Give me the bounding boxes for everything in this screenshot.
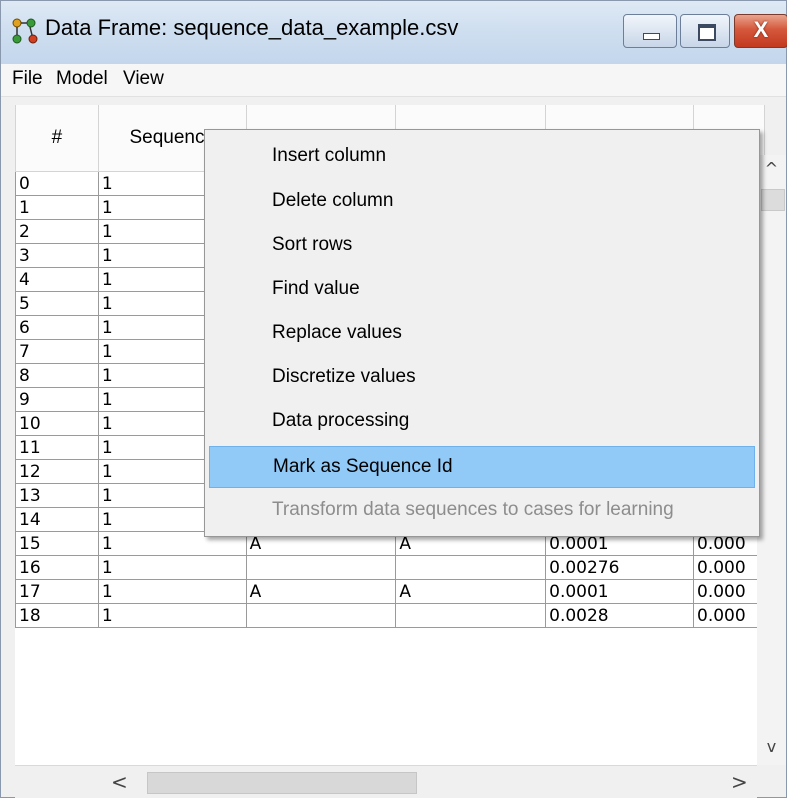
minimize-button[interactable] [623, 14, 677, 48]
cell-index[interactable]: 1 [15, 195, 99, 220]
column-header-index[interactable]: # [15, 105, 99, 172]
cell-index[interactable]: 12 [15, 459, 99, 484]
scroll-down-arrow-icon[interactable]: v [757, 737, 786, 761]
horizontal-scrollbar[interactable]: < > [15, 765, 757, 798]
menu-item-discretize-values[interactable]: Discretize values [209, 357, 755, 399]
context-menu: Insert column Delete column Sort rows Fi… [204, 129, 760, 537]
menu-item-data-processing[interactable]: Data processing [209, 401, 755, 443]
data-frame-window: Data Frame: sequence_data_example.csv X … [0, 0, 787, 798]
cell-result[interactable] [395, 603, 547, 628]
title-bar[interactable]: Data Frame: sequence_data_example.csv X [1, 1, 787, 64]
menu-item-sort-rows[interactable]: Sort rows [209, 225, 755, 267]
cell-index[interactable]: 13 [15, 483, 99, 508]
scroll-left-arrow-icon[interactable]: < [111, 770, 128, 794]
vertical-scrollbar[interactable]: ^ v [757, 155, 786, 765]
scrollbar-corner [757, 765, 786, 797]
cell-index[interactable]: 17 [15, 579, 99, 604]
cell-sequence[interactable]: 1 [97, 555, 247, 580]
cell-index[interactable]: 18 [15, 603, 99, 628]
close-icon: X [753, 17, 769, 42]
cell-index[interactable]: 9 [15, 387, 99, 412]
cell-index[interactable]: 14 [15, 507, 99, 532]
cell-p-result-f[interactable]: 0.00276 [545, 555, 694, 580]
cell-index[interactable]: 11 [15, 435, 99, 460]
cell-index[interactable]: 0 [15, 171, 99, 196]
menu-model[interactable]: Model [56, 68, 108, 90]
maximize-button[interactable] [680, 14, 730, 48]
cell-index[interactable]: 16 [15, 555, 99, 580]
cell-index[interactable]: 7 [15, 339, 99, 364]
menu-item-transform-sequences: Transform data sequences to cases for le… [272, 499, 674, 520]
cell-p-re[interactable]: 0.000 [693, 603, 765, 628]
table-row[interactable]: 16 1 0.00276 0.000 [15, 555, 765, 580]
scroll-right-arrow-icon[interactable]: > [731, 770, 748, 794]
menu-item-replace-values[interactable]: Replace values [209, 313, 755, 355]
table-row[interactable]: 18 1 0.0028 0.000 [15, 603, 765, 628]
menu-item-delete-column[interactable]: Delete column [209, 181, 755, 223]
cell-index[interactable]: 2 [15, 219, 99, 244]
cell-index[interactable]: 3 [15, 243, 99, 268]
menu-bar: File Model View [1, 64, 786, 97]
menu-item-insert-column[interactable]: Insert column [209, 136, 755, 178]
menu-file[interactable]: File [12, 68, 43, 90]
cell-p-result-f[interactable]: 0.0028 [545, 603, 694, 628]
cell-sequence[interactable]: 1 [97, 579, 247, 604]
cell-sequence[interactable]: 1 [97, 603, 247, 628]
cell-p-re[interactable]: 0.000 [693, 579, 765, 604]
cell-index[interactable]: 5 [15, 291, 99, 316]
cell-class[interactable] [245, 603, 397, 628]
cell-class[interactable]: A [245, 579, 397, 604]
close-button[interactable]: X [734, 14, 787, 48]
cell-p-re[interactable]: 0.000 [693, 555, 765, 580]
cell-index[interactable]: 15 [15, 531, 99, 556]
cell-result[interactable] [395, 555, 547, 580]
app-network-icon [12, 18, 38, 44]
cell-p-result-f[interactable]: 0.0001 [545, 579, 694, 604]
cell-index[interactable]: 6 [15, 315, 99, 340]
menu-view[interactable]: View [123, 68, 164, 90]
vertical-scroll-thumb[interactable] [761, 189, 785, 211]
horizontal-scroll-thumb[interactable] [147, 772, 417, 794]
cell-index[interactable]: 8 [15, 363, 99, 388]
table-row[interactable]: 17 1 A A 0.0001 0.000 [15, 579, 765, 604]
cell-class[interactable] [245, 555, 397, 580]
window-title: Data Frame: sequence_data_example.csv [45, 15, 459, 40]
cell-index[interactable]: 10 [15, 411, 99, 436]
cell-result[interactable]: A [395, 579, 547, 604]
scroll-up-arrow-icon[interactable]: ^ [757, 159, 786, 185]
menu-item-mark-as-sequence-id[interactable]: Mark as Sequence Id [209, 446, 755, 488]
menu-item-find-value[interactable]: Find value [209, 269, 755, 311]
cell-index[interactable]: 4 [15, 267, 99, 292]
